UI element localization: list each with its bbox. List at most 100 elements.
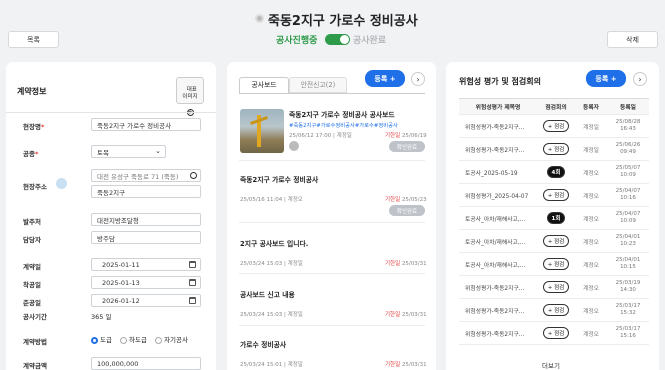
table-row[interactable]: 토공사_2025-05-19 4회 계정오 25/05/07 10:09	[459, 160, 649, 184]
risk-date: 25/04/01 10:23	[607, 229, 649, 253]
board-next-button[interactable]: ›	[411, 72, 425, 86]
risk-name[interactable]: 위험성평가-죽동2지구...	[459, 321, 537, 345]
risk-user: 계정오	[575, 252, 607, 276]
status-badge: 확인완료	[389, 141, 425, 152]
location-icon	[56, 178, 67, 189]
post-due: 기한일 25/05/23	[385, 197, 427, 203]
table-row[interactable]: 위험성평가-죽동2지구... + 점검 계정오 25/03/19 14:30	[459, 275, 649, 299]
risk-name[interactable]: 토공사_아차/재해사고,...	[459, 252, 537, 276]
gear-icon	[255, 14, 264, 23]
image-upload-label: 대표 이미지	[182, 87, 198, 100]
risk-name[interactable]: 위험성평가-죽동2지구...	[459, 275, 537, 299]
address-label: 현장주소	[23, 183, 47, 191]
risk-register-button[interactable]: 등록 +	[586, 70, 626, 87]
risk-user: 계정오	[575, 321, 607, 345]
amount-label: 계약금액	[23, 362, 47, 370]
inspect-badge[interactable]: + 점검	[542, 327, 570, 339]
calendar-icon	[189, 297, 196, 304]
method-radio-group[interactable]: 도급 하도급 자기공사	[91, 334, 188, 344]
page-title: 죽동2지구 가로수 정비공사	[268, 14, 418, 29]
status-toggle[interactable]	[325, 34, 350, 45]
post-meta: 25/03/24 15:03 | 계정일	[240, 261, 303, 267]
end-date-input[interactable]: 2026-01-12	[91, 294, 201, 307]
board-register-button[interactable]: 등록 +	[365, 70, 405, 87]
table-row[interactable]: 위험성평가-죽동2지구... + 점검 계정오 25/03/17 15:16	[459, 321, 649, 345]
inspect-badge[interactable]: 1회	[546, 212, 566, 224]
tab-safety[interactable]: 안전신고(2)	[289, 77, 347, 93]
post-title[interactable]: 공사보드 신고 내용	[240, 289, 295, 299]
address-input[interactable]: 대전 유성구 죽동로 71 (죽동)	[91, 169, 201, 182]
inspect-badge[interactable]: + 점검	[542, 281, 570, 293]
table-row[interactable]: 토공사_아차/재해사고,... 1회 계정오 25/04/07 10:09	[459, 206, 649, 230]
end-date-label: 준공일	[23, 299, 41, 307]
col-header: 등록일	[607, 98, 649, 115]
risk-user: 계정오	[575, 206, 607, 230]
risk-name[interactable]: 토공사_아차/재해사고,...	[459, 229, 537, 253]
table-row[interactable]: 토공사_아차/재해사고,... + 점검 계정오 25/04/01 10:23	[459, 229, 649, 253]
period-label: 공사기간	[23, 313, 47, 321]
address-detail-input[interactable]: 죽동2지구	[91, 185, 201, 198]
amount-input[interactable]: 100,000,000	[91, 357, 201, 370]
type-select[interactable]: 토목 ⌄	[91, 145, 166, 158]
radio-self[interactable]	[155, 336, 163, 344]
manager-label: 담당자	[23, 236, 41, 244]
post-meta: 25/03/24 15:03 | 계정일	[240, 312, 303, 318]
manager-input[interactable]: 방주담	[91, 231, 201, 244]
orderer-input[interactable]: 대전지방조달청	[91, 213, 201, 226]
risk-date: 25/03/17 15:16	[607, 321, 649, 345]
tab-board[interactable]: 공사보드	[239, 77, 289, 93]
post-due: 기한일 25/03/31	[385, 362, 427, 368]
post-meta: 25/05/16 11:04 | 계정오	[240, 197, 303, 203]
orderer-label: 발주처	[23, 218, 41, 226]
risk-name[interactable]: 위험성평가-죽동2지구...	[459, 114, 537, 138]
post-meta: 25/03/24 15:01 | 계정일	[240, 362, 303, 368]
post-title[interactable]: 죽동2지구 가로수 정비공사 공사보드	[289, 109, 395, 119]
inspect-badge[interactable]: + 점검	[542, 120, 570, 132]
inspect-badge[interactable]: + 점검	[542, 235, 570, 247]
contract-date-label: 계약일	[23, 263, 41, 271]
table-row[interactable]: 위험성평가-죽동2지구... + 점검 계정일 25/06/26 09:49	[459, 137, 649, 161]
risk-table: 위험성평가 제목명 점검회의 등록자 등록일 위험성평가-죽동2지구... + 점…	[459, 98, 649, 345]
table-row[interactable]: 위험성평가-죽동2지구... + 점검 계정일 25/08/28 16:43	[459, 114, 649, 138]
risk-date: 25/05/07 10:09	[607, 160, 649, 184]
inspect-badge[interactable]: + 점검	[542, 304, 570, 316]
col-header: 점검회의	[537, 98, 575, 115]
col-header: 위험성평가 제목명	[459, 98, 537, 115]
risk-card: 위험성 평가 및 점검회의 등록 + › 위험성평가 제목명 점검회의 등록자 …	[446, 62, 659, 370]
calendar-icon	[189, 279, 196, 286]
table-row[interactable]: 토공사_아차/재해사고,... + 점검 계정오 25/04/01 10:15	[459, 252, 649, 276]
board-card: 공사보드 안전신고(2) 등록 + › 죽동2지구 가로수 정비공사 공사보드 …	[227, 62, 436, 370]
radio-hadogeup[interactable]	[120, 336, 128, 344]
calendar-icon	[189, 261, 196, 268]
table-row[interactable]: 위험성평가-죽동2지구... + 점검 계정오 25/03/17 15:32	[459, 298, 649, 322]
image-upload-button[interactable]: 대표 이미지 +	[176, 77, 204, 116]
risk-name[interactable]: 토공사_2025-05-19	[459, 160, 537, 184]
inspect-badge[interactable]: + 점검	[542, 189, 570, 201]
post-title[interactable]: 죽동2지구 가로수 정비공사	[240, 174, 318, 184]
delete-button[interactable]: 삭제	[607, 31, 658, 48]
risk-name[interactable]: 위험성평가-죽동2지구...	[459, 137, 537, 161]
radio-dogeup[interactable]	[91, 336, 98, 344]
more-link[interactable]: 더보기	[542, 360, 560, 370]
contract-date-input[interactable]: 2025-01-11	[91, 258, 201, 271]
risk-date: 25/06/26 09:49	[607, 137, 649, 161]
site-name-input[interactable]: 죽동2지구 가로수 정비공사	[91, 118, 201, 131]
risk-name[interactable]: 토공사_아차/재해사고,...	[459, 206, 537, 230]
type-label: 공종*	[23, 150, 39, 158]
post-title[interactable]: 2지구 공사보드 입니다.	[240, 238, 308, 248]
risk-name[interactable]: 위험성평가-죽동2지구...	[459, 298, 537, 322]
start-date-input[interactable]: 2025-01-13	[91, 276, 201, 289]
inspect-badge[interactable]: + 점검	[542, 143, 570, 155]
status-active-label: 공사진행중	[276, 36, 318, 46]
inspect-badge[interactable]: + 점검	[542, 258, 570, 270]
risk-next-button[interactable]: ›	[633, 72, 647, 86]
post-due: 기한일 25/03/31	[385, 312, 427, 318]
table-row[interactable]: 위험성평가_2025-04-07 + 점검 계정오 25/04/07 10:16	[459, 183, 649, 207]
inspect-badge[interactable]: 4회	[546, 166, 566, 178]
risk-user: 계정일	[575, 114, 607, 138]
post-title[interactable]: 가로수 정비공사	[240, 339, 286, 349]
status-done-label: 공사완료	[353, 36, 387, 46]
search-icon[interactable]	[190, 172, 197, 179]
risk-name[interactable]: 위험성평가_2025-04-07	[459, 183, 537, 207]
list-button[interactable]: 목록	[8, 31, 59, 48]
